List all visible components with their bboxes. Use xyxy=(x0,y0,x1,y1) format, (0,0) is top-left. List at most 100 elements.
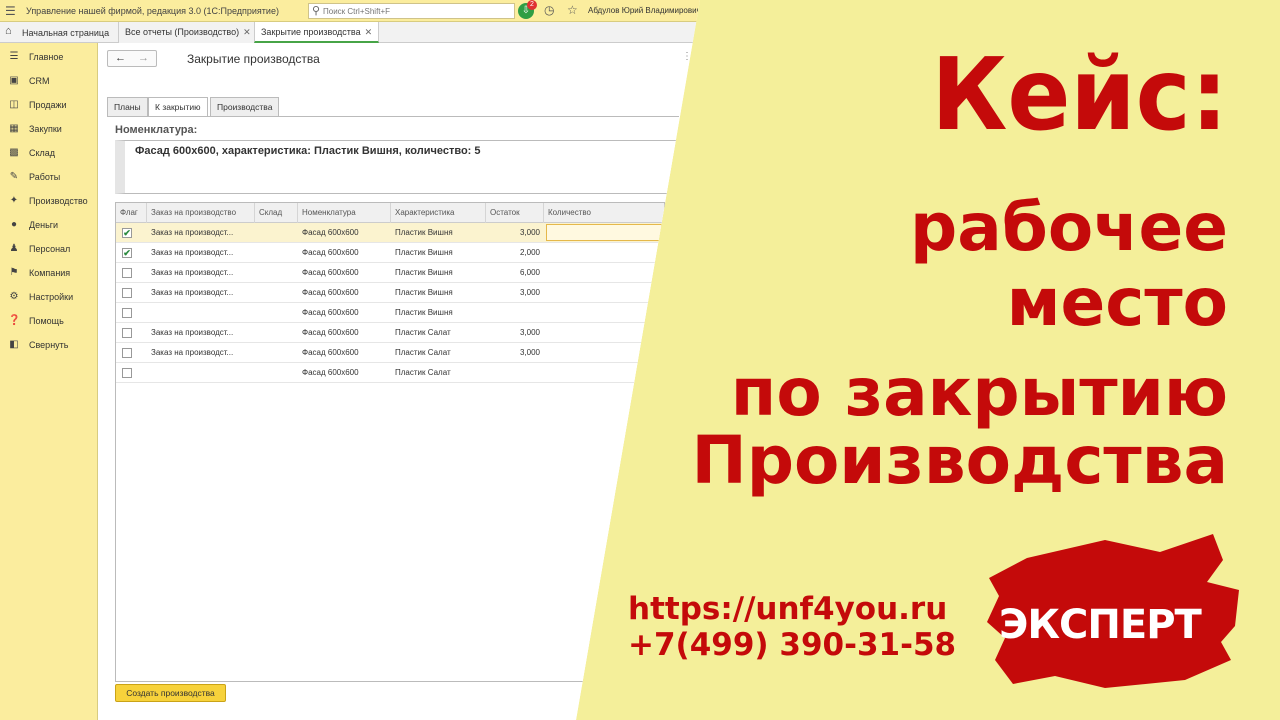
tab-plans[interactable]: Планы xyxy=(107,97,148,116)
sidebar-item-money[interactable]: ● Деньги xyxy=(0,213,98,237)
table-row[interactable]: Заказ на производст... Фасад 600х600 Пласт… xyxy=(116,323,664,343)
form-area: ← → Закрытие производства ⋮ Планы К закр… xyxy=(99,43,700,720)
cell-warehouse xyxy=(255,263,298,283)
flag-checkbox[interactable] xyxy=(122,308,132,318)
cell-balance: 3,000 xyxy=(519,228,540,237)
flag-checkbox[interactable]: ✔ xyxy=(122,228,132,238)
menu-icon[interactable]: ☰ xyxy=(5,4,16,18)
flag-icon: ⚑ xyxy=(9,267,19,278)
cell-quantity[interactable] xyxy=(544,243,664,263)
search-input[interactable] xyxy=(323,5,511,17)
people-icon: ♟ xyxy=(9,243,19,254)
tab-productions[interactable]: Производства xyxy=(210,97,280,116)
page-title: Закрытие производства xyxy=(187,52,320,66)
flag-checkbox[interactable] xyxy=(122,348,132,358)
user-name[interactable]: Абдулов Юрий Владимирович xyxy=(588,6,700,15)
sidebar-item-company[interactable]: ⚑ Компания xyxy=(0,261,98,285)
quantity-input[interactable] xyxy=(546,224,662,241)
cell-balance: 3,000 xyxy=(519,328,540,337)
cell-item: Фасад 600х600 xyxy=(302,228,359,237)
purchase-icon: ▦ xyxy=(9,123,19,134)
table-row[interactable]: Фасад 600х600 Пластик Салат xyxy=(116,363,664,383)
sidebar-item-works[interactable]: ✎ Работы xyxy=(0,165,98,189)
sidebar-item-collapse[interactable]: ◧ Свернуть xyxy=(0,333,98,357)
column-header-characteristic[interactable]: Характеристика xyxy=(391,203,486,223)
forward-arrow-icon[interactable]: → xyxy=(138,52,149,64)
promo-url-link[interactable]: https://unf4you.ru xyxy=(628,591,947,627)
cell-warehouse xyxy=(255,343,298,363)
column-header-nomenclature[interactable]: Номенклатура xyxy=(298,203,391,223)
sidebar-item-label: Свернуть xyxy=(29,340,69,350)
orders-table[interactable]: Флаг Заказ на производство Склад Номенкл… xyxy=(115,202,665,682)
cell-characteristic: Пластик Салат xyxy=(395,328,451,337)
promo-line-3: по закрытию xyxy=(730,354,1228,431)
more-options-icon[interactable]: ⋮ xyxy=(682,51,692,62)
cell-quantity[interactable] xyxy=(544,263,664,283)
column-header-warehouse[interactable]: Склад xyxy=(255,203,298,223)
nomenclature-value: Фасад 600х600, характеристика: Пластик В… xyxy=(135,145,481,157)
global-search[interactable]: ⚲ xyxy=(308,3,515,19)
home-page-tab[interactable]: Начальная страница xyxy=(22,28,109,38)
table-row[interactable]: Заказ на производст... Фасад 600х600 Пласт… xyxy=(116,343,664,363)
tab-all-reports[interactable]: Все отчеты (Производство) ✕ xyxy=(118,22,258,43)
history-nav: ← → xyxy=(107,50,157,67)
cell-warehouse xyxy=(255,283,298,303)
tab-production-closing[interactable]: Закрытие производства ✕ xyxy=(254,22,380,43)
sidebar-item-main[interactable]: ☰ Главное xyxy=(0,45,98,69)
home-icon[interactable]: ⌂ xyxy=(5,25,12,37)
flag-checkbox[interactable] xyxy=(122,368,132,378)
column-header-order[interactable]: Заказ на производство xyxy=(147,203,255,223)
cell-warehouse xyxy=(255,323,298,343)
list-icon: ☰ xyxy=(9,51,19,62)
sidebar-item-personnel[interactable]: ♟ Персонал xyxy=(0,237,98,261)
sidebar-item-warehouse[interactable]: ▩ Склад xyxy=(0,141,98,165)
cell-quantity[interactable] xyxy=(544,343,664,363)
table-row[interactable]: Фасад 600х600 Пластик Вишня xyxy=(116,303,664,323)
flag-checkbox[interactable] xyxy=(122,288,132,298)
cell-quantity[interactable] xyxy=(544,323,664,343)
favorites-star-icon[interactable]: ☆ xyxy=(567,3,578,17)
sidebar-item-label: Деньги xyxy=(29,220,59,230)
cell-warehouse xyxy=(255,363,298,383)
tab-to-close[interactable]: К закрытию xyxy=(148,97,208,117)
crm-icon: ▣ xyxy=(9,75,19,86)
sidebar-item-crm[interactable]: ▣ CRM xyxy=(0,69,98,93)
table-row[interactable]: Заказ на производст... Фасад 600х600 Пласт… xyxy=(116,283,664,303)
table-row[interactable]: ✔ Заказ на производст... Фасад 600х600 Плас… xyxy=(116,243,664,263)
close-icon[interactable]: ✕ xyxy=(243,27,251,37)
back-arrow-icon[interactable]: ← xyxy=(115,52,126,64)
cell-item: Фасад 600х600 xyxy=(302,308,359,317)
cell-item: Фасад 600х600 xyxy=(302,268,359,277)
sidebar-item-label: CRM xyxy=(29,76,50,86)
close-icon[interactable]: ✕ xyxy=(365,27,373,37)
sidebar-item-settings[interactable]: ⚙ Настройки xyxy=(0,285,98,309)
sidebar-item-production[interactable]: ✦ Производство xyxy=(0,189,98,213)
sidebar-item-purchases[interactable]: ▦ Закупки xyxy=(0,117,98,141)
column-header-quantity[interactable]: Количество xyxy=(544,203,664,223)
column-header-flag[interactable]: Флаг xyxy=(116,203,147,223)
cell-order: Заказ на производст... xyxy=(151,328,234,337)
money-icon: ● xyxy=(10,219,18,230)
sidebar-item-help[interactable]: ❓ Помощь xyxy=(0,309,98,333)
column-header-balance[interactable]: Остаток xyxy=(486,203,544,223)
sidebar-item-label: Настройки xyxy=(29,292,74,302)
promo-line-2: место xyxy=(1006,264,1228,341)
cell-quantity[interactable] xyxy=(544,303,664,323)
flag-checkbox[interactable] xyxy=(122,268,132,278)
sidebar-item-label: Склад xyxy=(29,148,56,158)
cell-quantity[interactable] xyxy=(544,363,664,383)
flag-checkbox[interactable]: ✔ xyxy=(122,248,132,258)
sidebar-item-sales[interactable]: ◫ Продажи xyxy=(0,93,98,117)
promo-phone: +7(499) 390-31-58 xyxy=(628,627,957,663)
collapse-icon: ◧ xyxy=(9,339,19,350)
open-windows-bar: ⌂ Начальная страница Все отчеты (Произво… xyxy=(0,22,700,43)
flag-checkbox[interactable] xyxy=(122,328,132,338)
cell-quantity[interactable] xyxy=(544,283,664,303)
table-row[interactable]: Заказ на производст... Фасад 600х600 Пласт… xyxy=(116,263,664,283)
cell-balance xyxy=(486,363,544,383)
history-icon[interactable]: ◷ xyxy=(544,3,554,17)
app-window: ☰ Управление нашей фирмой, редакция 3.0 … xyxy=(0,0,700,720)
create-productions-button[interactable]: Создать производства xyxy=(115,684,226,702)
promo-line-1: рабочее xyxy=(909,189,1228,266)
table-row[interactable]: ✔ Заказ на производст... Фасад 600х600 Плас… xyxy=(116,223,664,243)
